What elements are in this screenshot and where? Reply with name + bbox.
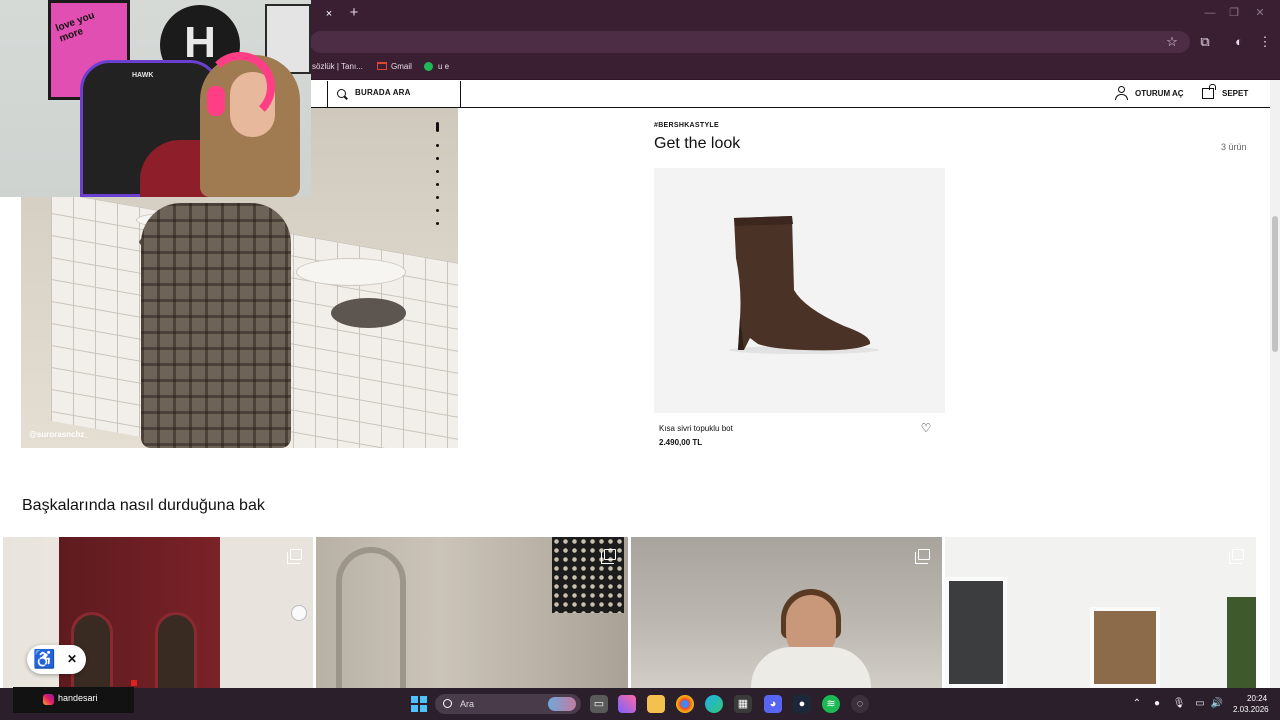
accessibility-close-button[interactable]: ✕: [65, 652, 79, 666]
gallery-tile[interactable]: [631, 537, 942, 688]
building-window: [1090, 607, 1160, 688]
tree: [1227, 597, 1256, 688]
carousel-dot-active[interactable]: [436, 122, 439, 132]
gmail-icon: [377, 62, 387, 70]
product-price: 2.490,00 TL: [659, 438, 703, 447]
search-highlight-art: [548, 697, 576, 711]
taskbar: [0, 688, 1280, 720]
windows-start-icon[interactable]: [411, 696, 427, 712]
extensions-icon[interactable]: ⧉: [1197, 34, 1213, 50]
volume-icon[interactable]: 🔊: [1210, 697, 1224, 711]
task-view-icon[interactable]: ▭: [590, 695, 608, 713]
carousel-dot[interactable]: [436, 157, 439, 160]
tray-chevron-icon[interactable]: ⌃: [1130, 697, 1144, 711]
search-label[interactable]: BURADA ARA: [355, 88, 411, 97]
spotify-icon[interactable]: ≋: [822, 695, 840, 713]
scrollbar-thumb[interactable]: [1272, 216, 1278, 352]
menu-icon[interactable]: ⋮: [1257, 34, 1273, 50]
tray-app-icon[interactable]: ●: [1150, 697, 1164, 711]
webcam-overlay: love you more H HAWK: [0, 0, 311, 197]
multi-image-icon: [915, 549, 930, 564]
bookmark-gmail[interactable]: Gmail: [391, 61, 412, 73]
carousel-dot[interactable]: [436, 183, 439, 186]
multi-image-icon: [287, 549, 302, 564]
chair-brand: HAWK: [132, 72, 154, 79]
look-title: Get the look: [654, 135, 741, 152]
gallery-tile[interactable]: [945, 537, 1256, 688]
copilot-icon[interactable]: [618, 695, 636, 713]
page-scrollbar[interactable]: [1270, 80, 1280, 688]
instagram-handle: handesari: [58, 693, 98, 703]
close-window-button[interactable]: ✕: [1252, 6, 1268, 20]
carousel-dot[interactable]: [436, 144, 439, 147]
stone-arch: [336, 547, 406, 688]
address-bar[interactable]: [310, 31, 1190, 53]
multi-image-icon: [601, 549, 616, 564]
clock-time[interactable]: 20:24: [1247, 694, 1267, 703]
wall-lamp: [291, 605, 307, 621]
table-top: [296, 258, 406, 286]
bookmark-ue[interactable]: u e: [438, 61, 449, 73]
bookmark-sozluk[interactable]: sözlük | Tanı...: [312, 61, 363, 73]
model-top: [751, 647, 871, 688]
red-marker: [131, 680, 137, 686]
green-dot-icon: [424, 62, 433, 71]
plaid-pants: [141, 203, 291, 448]
file-explorer-icon[interactable]: [647, 695, 665, 713]
microphone-icon[interactable]: 🎙: [1172, 697, 1186, 711]
carousel-dot[interactable]: [436, 209, 439, 212]
stone-seat: [331, 298, 406, 328]
product-image[interactable]: [654, 168, 945, 413]
search-icon: [443, 699, 452, 708]
taskbar-search-label: Ara: [460, 699, 475, 709]
chrome-icon[interactable]: [676, 695, 694, 713]
heart-icon[interactable]: ♡: [920, 422, 932, 434]
carousel-dots[interactable]: [435, 122, 441, 232]
item-count: 3 ürün: [1221, 142, 1247, 152]
user-icon[interactable]: [1115, 86, 1128, 100]
store-icon[interactable]: ▦: [734, 695, 752, 713]
minimize-button[interactable]: —: [1202, 6, 1218, 20]
restore-button[interactable]: ❐: [1226, 6, 1242, 20]
clock-date[interactable]: 2.03.2026: [1233, 705, 1269, 714]
photo-credit[interactable]: @surorasnchz_: [29, 430, 89, 439]
door-window: [155, 612, 197, 688]
accessibility-icon[interactable]: ♿: [33, 648, 55, 670]
profile-icon[interactable]: ◐: [1231, 34, 1247, 50]
product-name[interactable]: Kısa sivri topuklu bot: [659, 424, 733, 433]
discord-icon[interactable]: ◕: [764, 695, 782, 713]
carousel-dot[interactable]: [436, 196, 439, 199]
star-icon[interactable]: ☆: [1164, 34, 1180, 50]
boot-image: [729, 216, 879, 354]
section-title: Başkalarında nasıl durduğuna bak: [22, 497, 265, 514]
cart-button[interactable]: SEPET: [1222, 89, 1248, 98]
new-tab-button[interactable]: +: [346, 5, 362, 21]
shopping-bag-icon[interactable]: [1202, 84, 1216, 99]
instagram-icon: [43, 694, 54, 705]
gallery-tile[interactable]: [316, 537, 628, 688]
multi-image-icon: [1229, 549, 1244, 564]
look-hashtag: #BERSHKASTYLE: [654, 122, 719, 129]
headset-earcup: [207, 86, 225, 116]
steam-icon[interactable]: ●: [793, 695, 811, 713]
carousel-dot[interactable]: [436, 170, 439, 173]
edge-icon[interactable]: [705, 695, 723, 713]
building-window: [945, 577, 1007, 688]
search-icon: [337, 89, 346, 98]
network-icon[interactable]: ▭: [1193, 697, 1207, 711]
login-button[interactable]: OTURUM AÇ: [1135, 89, 1184, 98]
tab-close-button[interactable]: ×: [322, 7, 336, 21]
app-icon[interactable]: ◌: [851, 695, 869, 713]
carousel-dot[interactable]: [436, 222, 439, 225]
